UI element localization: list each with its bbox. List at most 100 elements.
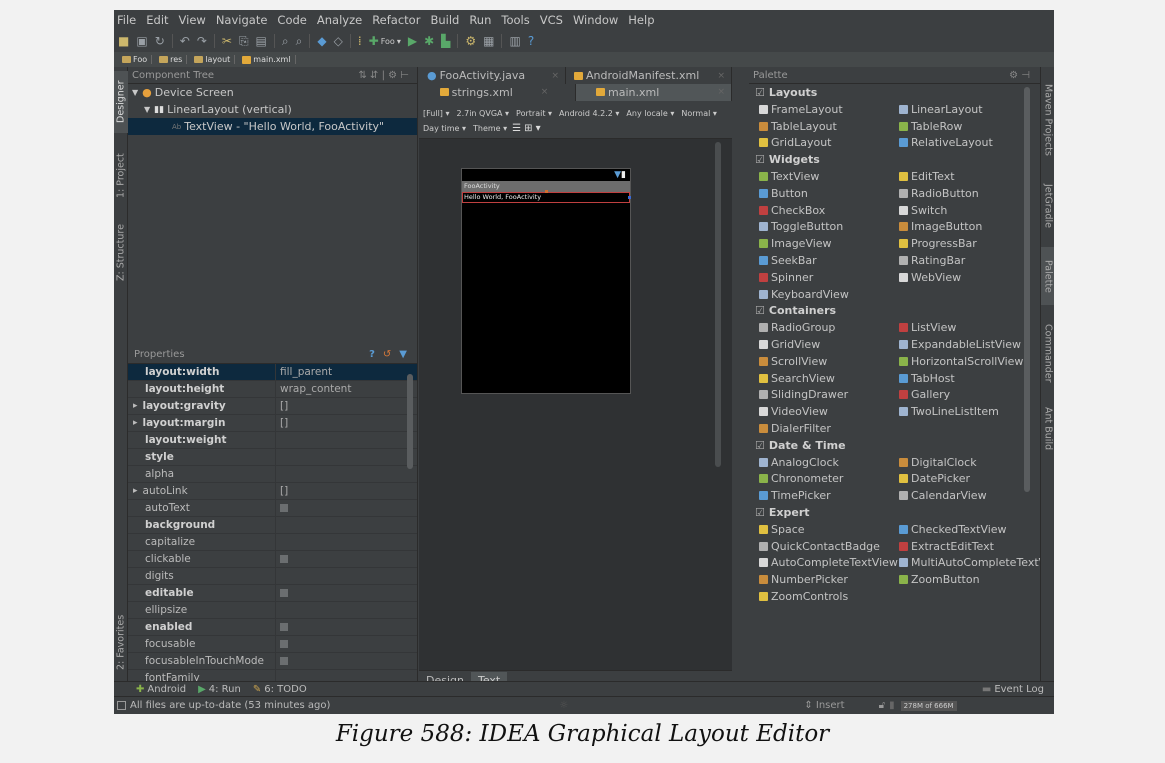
palette-item-radiogroup[interactable]: RadioGroup (759, 321, 835, 334)
insert-mode[interactable]: ⇕ Insert (804, 700, 844, 711)
night-mode-dropdown[interactable]: Day time ▾ (421, 124, 468, 133)
palette-item-chronometer[interactable]: Chronometer (759, 472, 843, 485)
lock-icon[interactable]: 🔓︎ (879, 700, 885, 711)
canvas-scrollbar[interactable] (715, 142, 721, 467)
property-value[interactable]: [] (276, 483, 288, 499)
close-icon[interactable]: × (717, 71, 725, 81)
palette-item-expandablelistview[interactable]: ExpandableListView (899, 338, 1021, 351)
palette-item-webview[interactable]: WebView (899, 271, 961, 284)
property-value[interactable] (276, 500, 288, 516)
checkbox-icon[interactable] (280, 657, 288, 665)
palette-item-spinner[interactable]: Spinner (759, 271, 813, 284)
palette-category-containers[interactable]: ☑ Containers (749, 302, 1019, 319)
menu-build[interactable]: Build (430, 13, 459, 27)
layout-icon[interactable]: ☰ (512, 123, 521, 134)
checkbox-icon[interactable] (280, 589, 288, 597)
menu-analyze[interactable]: Analyze (317, 13, 362, 27)
palette-item-dialerfilter[interactable]: DialerFilter (759, 422, 831, 435)
help-icon[interactable]: ? (528, 34, 534, 48)
tree-node-textview[interactable]: Ab TextView - "Hello World, FooActivity" (128, 118, 417, 135)
palette-item-numberpicker[interactable]: NumberPicker (759, 573, 848, 586)
save-all-icon[interactable]: ▣ (136, 34, 147, 48)
selection-handle[interactable] (545, 190, 548, 193)
property-value[interactable] (276, 534, 280, 550)
tab-strings-xml[interactable]: strings.xml × (419, 83, 576, 101)
palette-item-ratingbar[interactable]: RatingBar (899, 254, 965, 267)
filter-icon[interactable]: ▼ (399, 349, 407, 360)
palette-item-twolinelistitem[interactable]: TwoLineListItem (899, 405, 999, 418)
orientation-dropdown[interactable]: Portrait ▾ (514, 109, 554, 118)
expand-icon[interactable]: ▼ (132, 88, 138, 97)
tab-jetgradle[interactable]: JetGradle (1041, 173, 1054, 239)
palette-item-textview[interactable]: TextView (759, 170, 819, 183)
menu-code[interactable]: Code (277, 13, 306, 27)
device-preview[interactable]: ▼▮ FooActivity Hello World, FooActivity (461, 168, 631, 394)
menu-refactor[interactable]: Refactor (372, 13, 420, 27)
tab-main-xml[interactable]: main.xml × (576, 83, 732, 101)
category-check-icon[interactable]: ☑ (755, 439, 765, 452)
menu-run[interactable]: Run (469, 13, 491, 27)
restore-default-icon[interactable]: ↺ (383, 349, 391, 360)
property-value[interactable] (276, 432, 280, 448)
palette-item-horizontalscrollview[interactable]: HorizontalScrollView (899, 355, 1023, 368)
palette-item-checkedtextview[interactable]: CheckedTextView (899, 523, 1007, 536)
property-value[interactable] (276, 466, 280, 482)
palette-item-listview[interactable]: ListView (899, 321, 956, 334)
category-check-icon[interactable]: ☑ (755, 304, 765, 317)
palette-item-tablerow[interactable]: TableRow (899, 120, 962, 133)
property-value[interactable] (276, 551, 288, 567)
property-value[interactable]: [] (276, 398, 288, 414)
palette-settings-icon[interactable]: ⚙ ⊣ (1009, 70, 1030, 81)
palette-item-digitalclock[interactable]: DigitalClock (899, 456, 977, 469)
palette-item-framelayout[interactable]: FrameLayout (759, 103, 843, 116)
palette-item-quickcontactbadge[interactable]: QuickContactBadge (759, 540, 880, 553)
paste-icon[interactable]: ▤ (256, 34, 267, 48)
menu-edit[interactable]: Edit (146, 13, 168, 27)
property-value[interactable] (276, 449, 280, 465)
property-value[interactable]: fill_parent (276, 364, 332, 380)
palette-item-linearlayout[interactable]: LinearLayout (899, 103, 983, 116)
property-row-layout-weight[interactable]: layout:weight (128, 432, 417, 449)
palette-item-gallery[interactable]: Gallery (899, 388, 950, 401)
breadcrumb-layout[interactable]: layout (190, 55, 236, 64)
palette-item-button[interactable]: Button (759, 187, 808, 200)
palette-category-expert[interactable]: ☑ Expert (749, 504, 1019, 521)
tab-favorites[interactable]: 2: Favorites (114, 607, 128, 677)
close-icon[interactable]: × (551, 71, 559, 81)
palette-item-tabhost[interactable]: TabHost (899, 372, 955, 385)
synchronize-icon[interactable]: ↻ (155, 34, 165, 48)
breadcrumb-foo[interactable]: Foo (118, 55, 153, 64)
palette-category-layouts[interactable]: ☑ Layouts (749, 84, 1019, 101)
property-row-layout-width[interactable]: layout:width fill_parent (128, 364, 417, 381)
device-dropdown[interactable]: 2.7in QVGA ▾ (454, 109, 511, 118)
menu-tools[interactable]: Tools (501, 13, 529, 27)
property-row-alpha[interactable]: alpha (128, 466, 417, 483)
undo-icon[interactable]: ↶ (180, 34, 190, 48)
find-icon[interactable]: ⌕ (282, 34, 289, 48)
menu-window[interactable]: Window (573, 13, 618, 27)
tool-run[interactable]: ▶ 4: Run (198, 684, 241, 695)
palette-item-slidingdrawer[interactable]: SlidingDrawer (759, 388, 848, 401)
make-project-icon[interactable]: ⁞ (358, 34, 362, 48)
property-value[interactable] (276, 517, 280, 533)
property-row-ellipsize[interactable]: ellipsize (128, 602, 417, 619)
properties-scrollbar[interactable] (407, 374, 413, 469)
property-value[interactable] (276, 653, 288, 669)
property-row-digits[interactable]: digits (128, 568, 417, 585)
palette-item-gridview[interactable]: GridView (759, 338, 820, 351)
property-row-clickable[interactable]: clickable (128, 551, 417, 568)
palette-item-calendarview[interactable]: CalendarView (899, 489, 987, 502)
sdk-manager-icon[interactable]: ▥ (509, 34, 520, 48)
tab-palette[interactable]: Palette (1041, 247, 1054, 305)
tab-structure[interactable]: Z: Structure (114, 217, 128, 289)
copy-icon[interactable]: ⎘ (239, 34, 249, 48)
close-icon[interactable]: × (717, 87, 725, 97)
locale-dropdown[interactable]: Any locale ▾ (624, 109, 676, 118)
tree-node-device-screen[interactable]: ▼ ● Device Screen (128, 84, 417, 101)
project-structure-icon[interactable]: ▦ (483, 34, 494, 48)
property-row-editable[interactable]: editable (128, 585, 417, 602)
palette-item-datepicker[interactable]: DatePicker (899, 472, 970, 485)
palette-item-searchview[interactable]: SearchView (759, 372, 835, 385)
close-icon[interactable]: × (541, 87, 549, 97)
menu-navigate[interactable]: Navigate (216, 13, 268, 27)
